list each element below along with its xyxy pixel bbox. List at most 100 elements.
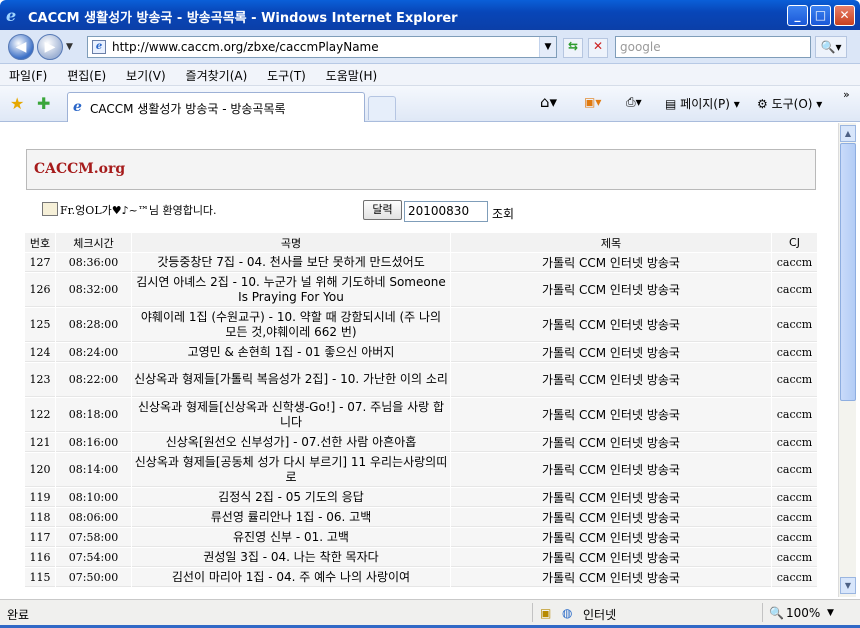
row-number: 115 [25,568,55,587]
refresh-icon[interactable]: ⇆ [563,38,583,58]
address-dropdown-icon[interactable]: ▼ [539,37,556,57]
row-check-time: 07:58:00 [56,528,131,547]
row-number: 117 [25,528,55,547]
zoom-level[interactable]: 100% [786,606,820,620]
date-input[interactable]: 20100830 [404,201,488,222]
welcome-text: Fr.엉OL가♥♪~™님 환영합니다. [60,204,217,217]
col-song-title: 곡명 [132,233,450,252]
table-row: 124 08:24:00 고영민 & 손현희 1집 - 01 좋으신 아버지 가톨릭 … [25,343,817,362]
address-url[interactable]: http://www.caccm.org/zbxe/caccmPlayName [112,40,379,54]
address-field[interactable]: e http://www.caccm.org/zbxe/caccmPlayNam… [87,36,557,58]
row-song-title[interactable]: 신상옥과 형제들[신상옥과 신학생-Go!] - 07. 주님을 사랑 합니다 [132,398,450,432]
row-song-title[interactable]: 류선영 률리안나 1집 - 06. 고백 [132,508,450,527]
row-program: 가톨릭 CCM 인터넷 방송국 [451,398,771,432]
row-program: 가톨릭 CCM 인터넷 방송국 [451,488,771,507]
menu-edit[interactable]: 편집(E) [58,64,113,84]
page-icon: e [92,40,106,54]
vertical-scrollbar[interactable]: ▲ ▼ [838,123,856,597]
page-content: CACCM.org Fr.엉OL가♥♪~™님 환영합니다. 달력 2010083… [0,123,838,597]
menu-tools[interactable]: 도구(T) [258,64,313,84]
page-menu[interactable]: ▤ 페이지(P) ▾ [665,95,740,112]
col-check-time: 체크시간 [56,233,131,252]
row-cj: caccm [772,343,817,362]
forward-button[interactable]: ▶ [37,34,63,60]
row-song-title[interactable]: 야훼이레 1집 (수원교구) - 10. 약할 때 강함되시네 (주 나의 모든… [132,308,450,342]
feeds-icon[interactable]: ▣▾ [584,95,601,109]
row-cj: caccm [772,433,817,452]
row-check-time: 08:06:00 [56,508,131,527]
row-cj: caccm [772,308,817,342]
row-song-title[interactable]: 김정식 2집 - 05 기도의 응답 [132,488,450,507]
table-row: 122 08:18:00 신상옥과 형제들[신상옥과 신학생-Go!] - 07. … [25,398,817,432]
row-song-title[interactable]: 김선이 마리아 1집 - 04. 주 예수 나의 사랑이여 [132,568,450,587]
row-check-time: 07:54:00 [56,548,131,567]
address-bar-row: ◀ ▶ ▼ e http://www.caccm.org/zbxe/caccmP… [0,30,860,64]
tab-current[interactable]: e CACCM 생활성가 방송국 - 방송곡목록 [67,92,365,122]
row-song-title[interactable]: 갓등중창단 7집 - 04. 천사를 보단 못하게 만드셨어도 [132,253,450,272]
row-program: 가톨릭 CCM 인터넷 방송국 [451,308,771,342]
globe-icon: ◍ [562,606,573,620]
zoom-icon[interactable]: 🔍 [769,606,784,620]
stop-icon[interactable]: ✕ [588,38,608,58]
favorites-star-icon[interactable]: ★ [10,94,24,113]
search-input[interactable]: google [615,36,811,58]
add-favorites-icon[interactable]: ✚ [37,94,50,113]
col-cj: CJ [772,233,817,252]
minimize-button[interactable]: _ [787,5,808,26]
row-program: 가톨릭 CCM 인터넷 방송국 [451,363,771,397]
row-check-time: 08:10:00 [56,488,131,507]
menu-view[interactable]: 보기(V) [117,64,173,84]
row-cj: caccm [772,508,817,527]
tools-menu[interactable]: ⚙ 도구(O) ▾ [757,95,822,112]
close-button[interactable]: ✕ [834,5,855,26]
recent-pages-dropdown-icon[interactable]: ▼ [66,42,73,52]
view-label[interactable]: 조회 [492,205,514,222]
row-number: 122 [25,398,55,432]
row-number: 118 [25,508,55,527]
row-program: 가톨릭 CCM 인터넷 방송국 [451,253,771,272]
protected-mode-icon[interactable]: ▣ [540,606,551,620]
maximize-button[interactable]: □ [810,5,831,26]
back-button[interactable]: ◀ [8,34,34,60]
zoom-dropdown-icon[interactable]: ▼ [827,608,834,618]
site-header: CACCM.org [26,149,816,190]
menu-help[interactable]: 도움말(H) [317,64,385,84]
welcome-message: Fr.엉OL가♥♪~™님 환영합니다. [42,202,217,218]
menu-file[interactable]: 파일(F) [0,64,54,84]
calendar-button[interactable]: 달력 [363,200,402,220]
row-program: 가톨릭 CCM 인터넷 방송국 [451,343,771,362]
new-tab-button[interactable] [368,96,396,120]
site-brand[interactable]: CACCM.org [34,161,125,177]
table-row: 120 08:14:00 신상옥과 형제들[공동체 성가 다시 부르기] 11 우리… [25,453,817,487]
page-icon-small: ▤ [665,97,677,111]
row-cj: caccm [772,273,817,307]
row-song-title[interactable]: 권성일 3집 - 04. 나는 착한 목자다 [132,548,450,567]
row-song-title[interactable]: 신상옥과 형제들[공동체 성가 다시 부르기] 11 우리는사랑의띠로 [132,453,450,487]
scroll-up-icon[interactable]: ▲ [840,125,856,142]
row-check-time: 08:32:00 [56,273,131,307]
search-icon[interactable]: 🔍▾ [815,36,847,58]
security-zone[interactable]: 인터넷 [583,606,616,623]
row-song-title[interactable]: 고영민 & 손현희 1집 - 01 좋으신 아버지 [132,343,450,362]
row-song-title[interactable]: 유진영 신부 - 01. 고백 [132,528,450,547]
scroll-down-icon[interactable]: ▼ [840,577,856,594]
home-icon[interactable]: ⌂▾ [540,93,557,111]
row-song-title[interactable]: 김시연 아녜스 2집 - 10. 누군가 널 위해 기도하네 Someone I… [132,273,450,307]
print-icon[interactable]: ⎙▾ [626,95,642,110]
row-number: 116 [25,548,55,567]
row-song-title[interactable]: 신상옥과 형제들[가톨릭 복음성가 2집] - 10. 가난한 이의 소리 [132,363,450,397]
gear-icon: ⚙ [757,97,768,111]
status-done: 완료 [7,608,30,622]
table-row: 119 08:10:00 김정식 2집 - 05 기도의 응답 가톨릭 CCM 인터넷… [25,488,817,507]
row-program: 가톨릭 CCM 인터넷 방송국 [451,433,771,452]
chevron-more-icon[interactable]: » [843,88,850,101]
menu-favorites[interactable]: 즐겨찾기(A) [177,64,255,84]
window-title: CACCM 생활성가 방송국 - 방송곡목록 - Windows Interne… [28,11,458,26]
row-cj: caccm [772,363,817,397]
row-check-time: 08:24:00 [56,343,131,362]
row-check-time: 08:22:00 [56,363,131,397]
scroll-thumb[interactable] [840,143,856,401]
table-row: 121 08:16:00 신상옥[원선오 신부성가] - 07.선한 사람 아흔아홉… [25,433,817,452]
tab-label: CACCM 생활성가 방송국 - 방송곡목록 [90,102,286,116]
row-song-title[interactable]: 신상옥[원선오 신부성가] - 07.선한 사람 아흔아홉 [132,433,450,452]
